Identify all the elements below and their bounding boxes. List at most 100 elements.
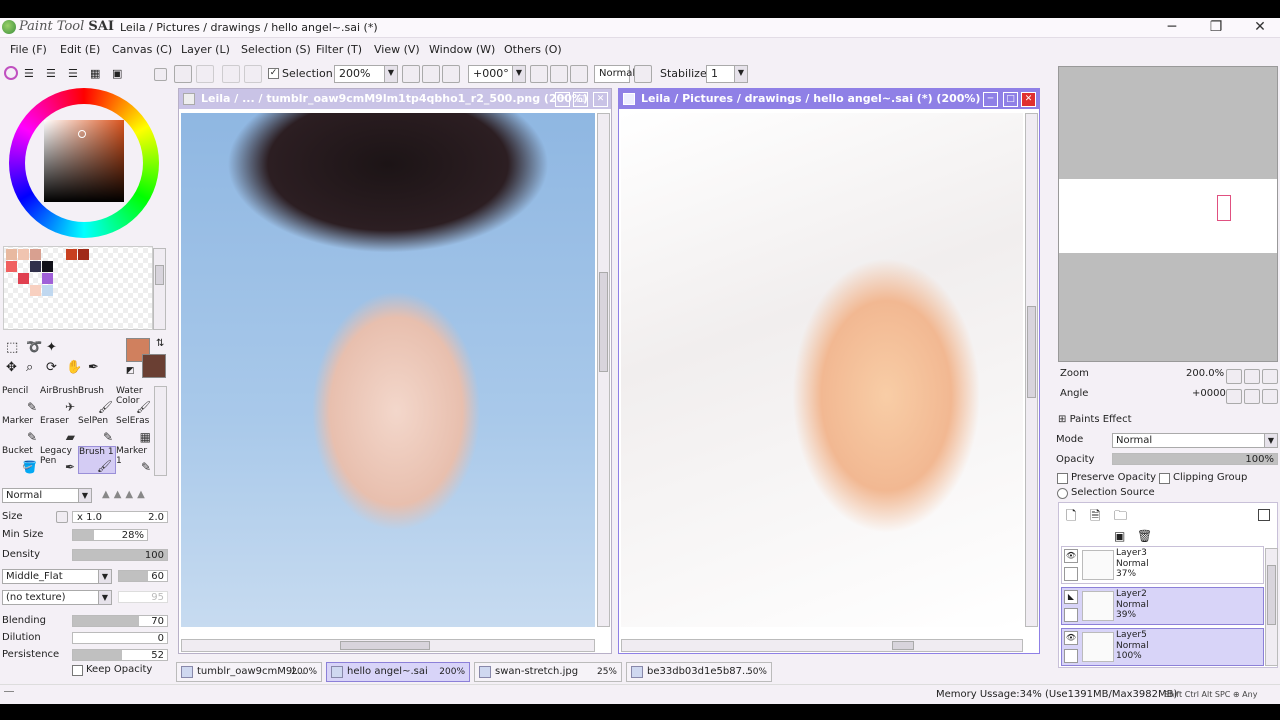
menu-file[interactable]: File (F) [10, 43, 47, 56]
menu-canvas[interactable]: Canvas (C) [112, 43, 172, 56]
canvas-maximize-button[interactable]: □ [1003, 92, 1018, 107]
nav-rotate-cw-button[interactable] [1244, 389, 1260, 404]
tool-brush-1[interactable]: Brush 1 🖌 [78, 446, 116, 474]
blend-mode-select[interactable]: Normal [594, 65, 635, 83]
selection-source-radio[interactable] [1057, 488, 1068, 499]
swatch-palette[interactable] [3, 246, 153, 330]
nav-zoom-in-button[interactable] [1244, 369, 1260, 384]
texture-select[interactable]: (no texture) ▼ [2, 590, 112, 605]
drawing-canvas[interactable] [621, 113, 1023, 627]
new-linework-layer-icon[interactable]: 🗎 [1090, 507, 1100, 529]
rgb-slider-icon[interactable]: ☰ [24, 67, 34, 80]
tab-tumblr[interactable]: tumblr_oaw9cmM9l... 200% [176, 662, 322, 682]
tool-water-color[interactable]: Water Color 🖌 [116, 386, 154, 414]
canvas-window-active[interactable]: Leila / Pictures / drawings / hello ange… [618, 88, 1040, 654]
hscroll-thumb[interactable] [340, 641, 430, 650]
panel-menu-button[interactable] [154, 68, 167, 81]
pen-icon[interactable] [1064, 649, 1078, 663]
eye-icon[interactable]: 👁 [1064, 549, 1078, 563]
tool-grid-scrollbar[interactable] [154, 386, 167, 476]
nav-zoom-reset-button[interactable] [1262, 369, 1278, 384]
vscroll-thumb[interactable] [599, 272, 608, 372]
navigator-canvas-preview[interactable] [1059, 179, 1277, 253]
tool-seleras[interactable]: SelEras ▦ [116, 416, 154, 444]
density-slider[interactable]: 100 [72, 549, 168, 561]
brush-shape-icons[interactable]: ▲▲▲▲ [102, 489, 149, 500]
brush-shape-slider[interactable]: 60 [118, 570, 168, 582]
swatch-6[interactable] [6, 261, 17, 272]
canvas-title-reference[interactable]: Leila / ... / tumblr_oaw9cmM9lm1tp4qbho1… [179, 89, 611, 109]
clipping-group-checkbox[interactable] [1159, 473, 1170, 484]
close-button[interactable]: ✕ [1242, 18, 1278, 38]
swatch-4[interactable] [66, 249, 77, 260]
new-layer-icon[interactable]: 🗋 [1066, 507, 1076, 529]
eyedropper-icon[interactable]: ✒ [88, 360, 99, 375]
zoom-reset-button[interactable] [442, 65, 460, 83]
undo-button[interactable] [174, 65, 192, 83]
rotate-icon[interactable]: ⟳ [46, 360, 57, 375]
swatch-15[interactable] [42, 273, 53, 284]
tab-hello-angel[interactable]: hello angel~.sai 200% [326, 662, 470, 682]
tool-selpen[interactable]: SelPen ✎ [78, 416, 116, 444]
flip-button[interactable] [634, 65, 652, 83]
blending-slider[interactable]: 70 [72, 615, 168, 627]
delete-layer-icon[interactable]: 🗑 [1137, 529, 1152, 543]
lasso-icon[interactable]: ➰ [26, 340, 42, 355]
tool-pencil[interactable]: Pencil ✎ [2, 386, 40, 414]
swatch-2[interactable] [30, 249, 41, 260]
canvas-minimize-button[interactable]: ─ [555, 92, 570, 107]
new-folder-icon[interactable]: 🗀 [1114, 507, 1127, 529]
nav-rotate-ccw-button[interactable] [1226, 389, 1242, 404]
lock-icon[interactable] [1064, 608, 1078, 622]
paints-effect-header[interactable]: ⊞ Paints Effect [1058, 414, 1132, 425]
scratchpad-icon[interactable]: ▣ [112, 67, 122, 80]
menu-others[interactable]: Others (O) [504, 43, 562, 56]
swatch-12[interactable] [30, 285, 41, 296]
zoom-icon[interactable]: ⌕ [26, 360, 33, 375]
tool-marker[interactable]: Marker ✎ [2, 416, 40, 444]
angle-select[interactable]: +000° ▼ [468, 65, 526, 83]
move-icon[interactable]: ✥ [6, 360, 17, 375]
swatch-scroll-thumb[interactable] [155, 265, 164, 285]
preserve-opacity-checkbox[interactable] [1057, 473, 1068, 484]
layer-list-scrollbar[interactable] [1265, 548, 1278, 666]
zoom-select[interactable]: 200% ▼ [334, 65, 398, 83]
swatch-7[interactable] [18, 273, 29, 284]
swap-colors-icon[interactable]: ⇅ [156, 338, 164, 349]
size-multiplier-button[interactable] [56, 511, 68, 523]
menu-window[interactable]: Window (W) [429, 43, 495, 56]
stabilizer-select[interactable]: 1 ▼ [706, 65, 748, 83]
magic-wand-icon[interactable]: ✦ [46, 340, 57, 355]
layer-item-layer3[interactable]: 👁 Layer3 Normal 37% [1061, 546, 1264, 584]
canvas-title-active[interactable]: Leila / Pictures / drawings / hello ange… [619, 89, 1039, 109]
swatch-5[interactable] [78, 249, 89, 260]
canvas-hscrollbar[interactable] [621, 639, 1023, 652]
canvas-vscrollbar[interactable] [1025, 113, 1038, 627]
color-picker-cursor[interactable] [78, 130, 86, 138]
menu-filter[interactable]: Filter (T) [316, 43, 362, 56]
reference-photo[interactable] [181, 113, 595, 627]
tab-swan-stretch[interactable]: swan-stretch.jpg 25% [474, 662, 622, 682]
deselect-button[interactable] [222, 65, 240, 83]
restore-button[interactable]: ❐ [1198, 18, 1234, 38]
merge-layer-icon[interactable]: ▣ [1114, 529, 1125, 543]
palette-mode-icon[interactable]: ☰ [68, 67, 78, 80]
invert-selection-button[interactable] [244, 65, 262, 83]
min-size-slider[interactable]: 28% [72, 529, 148, 541]
layer-mode-select[interactable]: Normal ▼ [1112, 433, 1278, 448]
nav-zoom-out-button[interactable] [1226, 369, 1242, 384]
texture-slider[interactable]: 95 [118, 591, 168, 603]
tool-brush[interactable]: Brush 🖌 [78, 386, 116, 414]
hsv-slider-icon[interactable]: ☰ [46, 67, 56, 80]
dilution-slider[interactable]: 0 [72, 632, 168, 644]
background-color[interactable] [142, 354, 166, 378]
layer-opacity-slider[interactable]: 100% [1112, 453, 1278, 465]
canvas-close-button[interactable]: ✕ [1021, 92, 1036, 107]
layer-item-layer5[interactable]: 👁 Layer5 Normal 100% [1061, 628, 1264, 666]
brush-mode-select[interactable]: Normal ▼ [2, 488, 92, 503]
menu-view[interactable]: View (V) [374, 43, 420, 56]
rect-select-icon[interactable]: ⬚ [6, 340, 18, 355]
nav-rotate-reset-button[interactable] [1262, 389, 1278, 404]
canvas-vscrollbar[interactable] [597, 113, 610, 627]
canvas-hscrollbar[interactable] [181, 639, 595, 652]
